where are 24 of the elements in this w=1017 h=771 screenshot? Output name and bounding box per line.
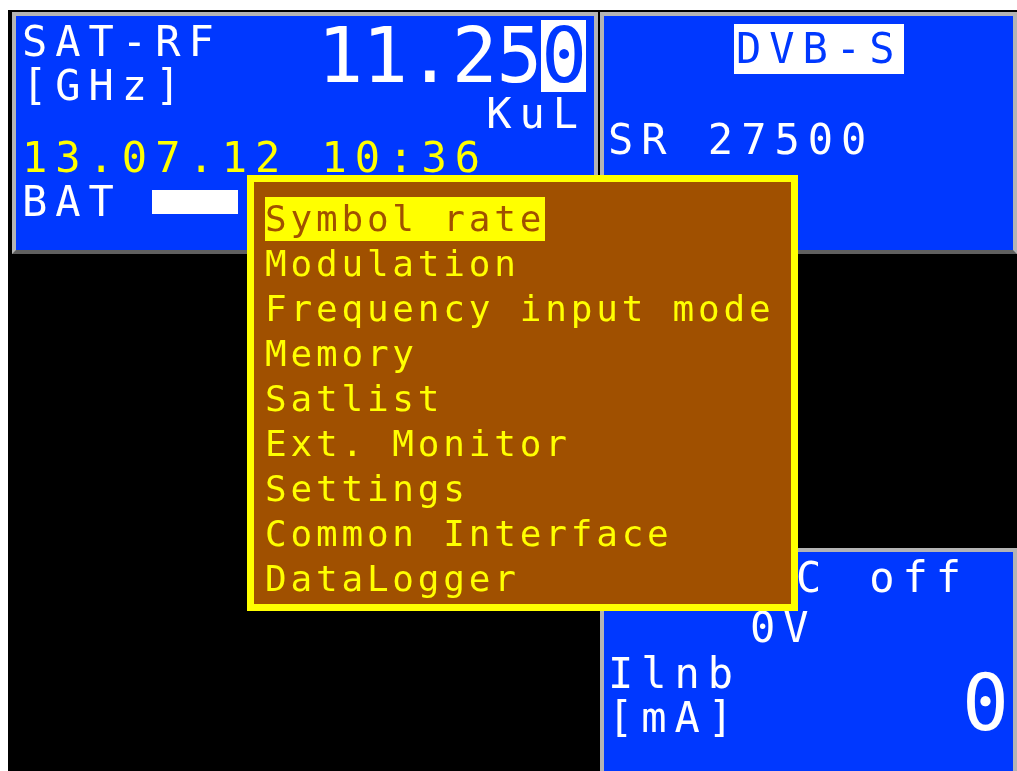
standard-label: DVB-S [734, 24, 905, 74]
date-time: 13.07.12 10:36 [22, 136, 488, 180]
measurement-label: SAT-RF [22, 20, 222, 64]
current-label: Ilnb [608, 652, 742, 696]
menu-item[interactable]: Settings [265, 466, 469, 511]
unit-label: [GHz] [22, 64, 189, 108]
menu-item[interactable]: Symbol rate [265, 196, 546, 241]
menu-item[interactable]: Modulation [265, 241, 520, 286]
menu-item[interactable]: Common Interface [265, 511, 673, 556]
menu-item[interactable]: Satlist [265, 376, 444, 421]
voltage-value: 0V [749, 606, 817, 650]
frequency-value[interactable]: 11.25 [317, 20, 542, 92]
menu-item[interactable]: Memory [265, 331, 418, 376]
setting-value: off [869, 556, 970, 600]
band-label: KuL [486, 92, 586, 136]
symbol-rate: SR 27500 [608, 118, 875, 162]
menu-item[interactable]: Ext. Monitor [265, 421, 571, 466]
unit-label: [mA] [608, 696, 742, 740]
battery-label: BAT [22, 180, 122, 224]
current-value: 0 [962, 666, 1009, 740]
menu-item[interactable]: DataLogger [265, 556, 520, 601]
setting-label: C [796, 556, 830, 600]
digit-cursor[interactable]: 0 [541, 20, 586, 92]
menu-item[interactable]: Frequency input mode [265, 286, 775, 331]
